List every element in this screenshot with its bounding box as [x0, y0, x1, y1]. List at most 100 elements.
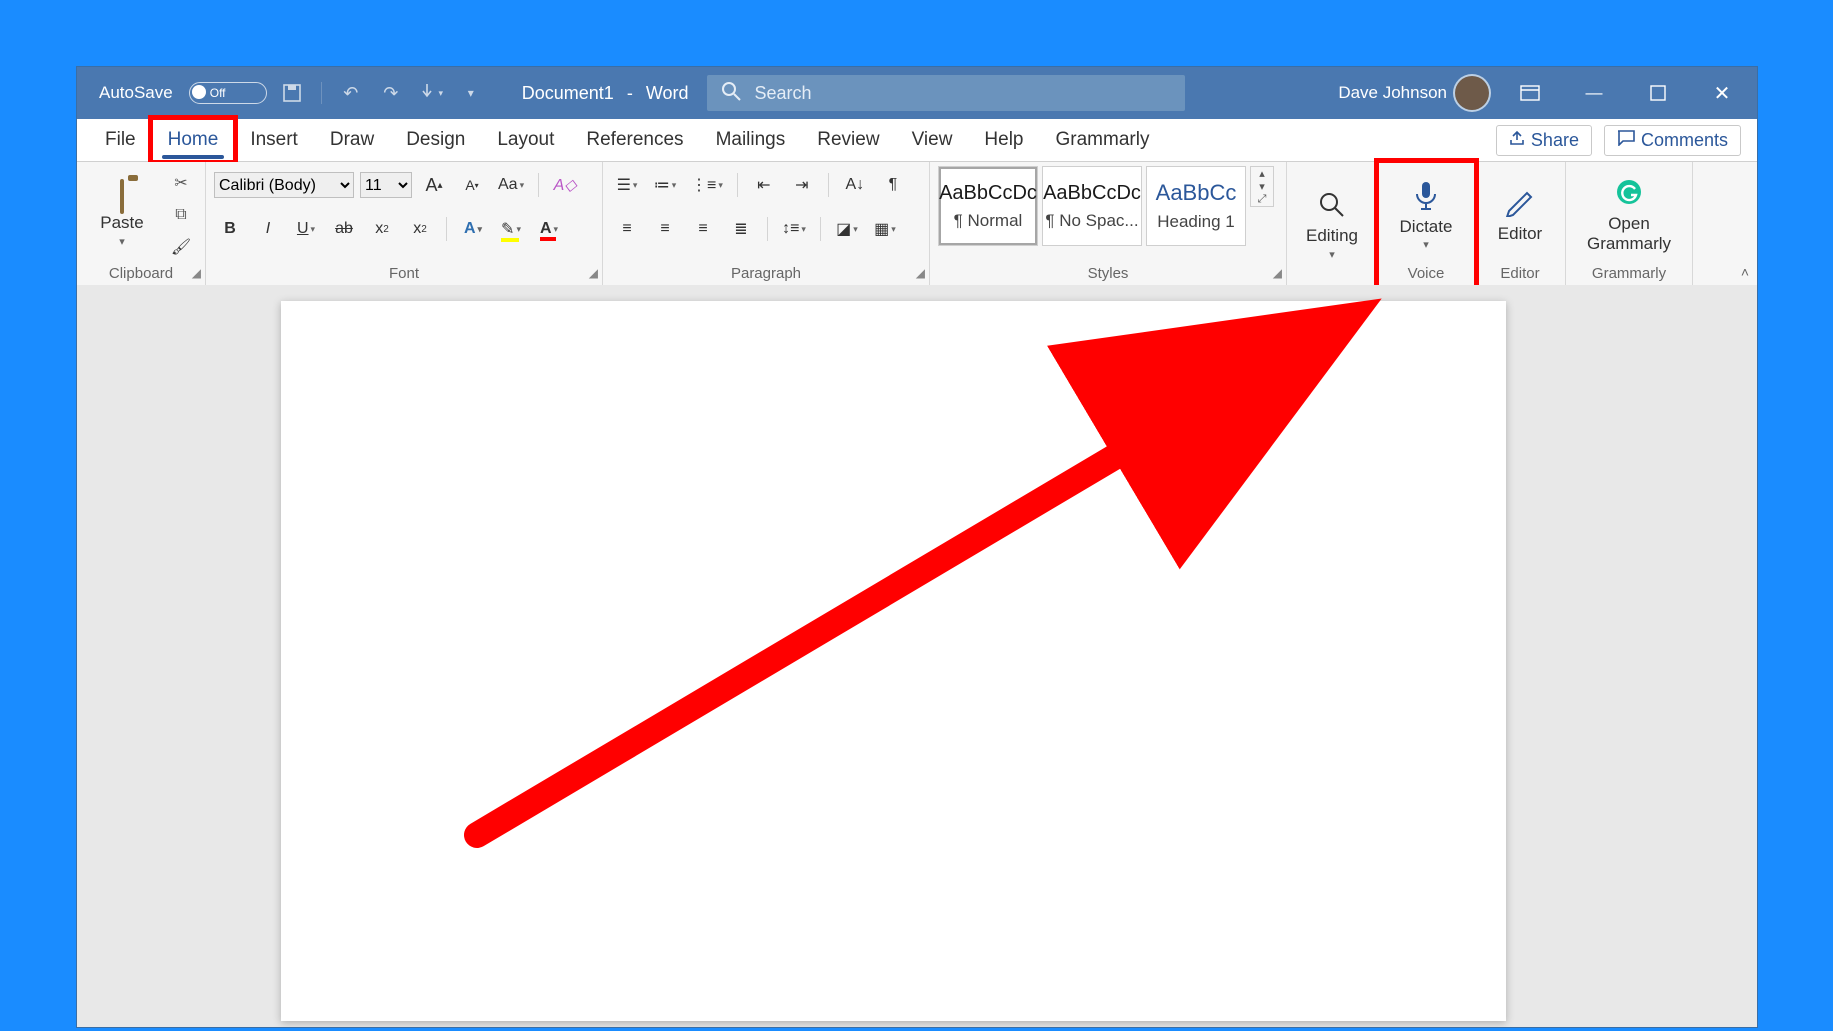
title-bar: AutoSave Off ↶ ↷ ▾ ▾ Document1 - Word: [77, 67, 1757, 119]
comments-button[interactable]: Comments: [1604, 125, 1741, 156]
redo-icon[interactable]: ↷: [376, 78, 406, 108]
highlight-color-button[interactable]: ✎▾: [495, 216, 527, 242]
tab-design[interactable]: Design: [390, 119, 481, 161]
style-heading-1[interactable]: AaBbCc Heading 1: [1146, 166, 1246, 246]
clear-formatting-button[interactable]: A◇: [549, 172, 581, 198]
tab-insert[interactable]: Insert: [234, 119, 314, 161]
grow-font-button[interactable]: A▴: [418, 172, 450, 198]
strikethrough-button[interactable]: ab: [328, 216, 360, 242]
align-center-button[interactable]: ≡: [649, 216, 681, 242]
justify-button[interactable]: ≣: [725, 216, 757, 242]
group-label-paragraph: Paragraph ◢: [611, 265, 921, 286]
tab-file[interactable]: File: [89, 119, 152, 161]
signed-in-user[interactable]: Dave Johnson: [1338, 76, 1489, 110]
share-button[interactable]: Share: [1496, 125, 1592, 156]
superscript-button[interactable]: x2: [404, 216, 436, 242]
group-font: Calibri (Body) 11 A▴ A▾ Aa▾ A◇ B I U▾ ab: [206, 162, 603, 286]
group-label-font: Font ◢: [214, 265, 594, 286]
shrink-font-button[interactable]: A▾: [456, 172, 488, 198]
bold-button[interactable]: B: [214, 216, 246, 242]
font-color-button[interactable]: A▾: [533, 216, 565, 242]
dialog-launcher-icon[interactable]: ◢: [192, 266, 201, 280]
tab-review[interactable]: Review: [801, 119, 895, 161]
group-label-voice: Voice: [1386, 265, 1466, 286]
group-grammarly: Open Grammarly Grammarly: [1566, 162, 1693, 286]
undo-icon[interactable]: ↶: [336, 78, 366, 108]
search-input[interactable]: [753, 82, 1171, 105]
save-icon[interactable]: [277, 78, 307, 108]
editing-button[interactable]: Editing ▾: [1295, 166, 1369, 286]
text-effects-button[interactable]: A▾: [457, 216, 489, 242]
tab-grammarly[interactable]: Grammarly: [1040, 119, 1166, 161]
styles-gallery-scroll[interactable]: ▴ ▾ ⤢: [1250, 166, 1274, 207]
document-page[interactable]: [281, 301, 1506, 1021]
dialog-launcher-icon[interactable]: ◢: [1273, 266, 1282, 280]
tab-references[interactable]: References: [570, 119, 699, 161]
collapse-ribbon-icon[interactable]: ˄: [1741, 264, 1749, 280]
bullets-button[interactable]: ☰▾: [611, 172, 643, 198]
multilevel-list-button[interactable]: ⋮≡▾: [687, 172, 727, 198]
tab-mailings[interactable]: Mailings: [700, 119, 802, 161]
chevron-down-icon: ▾: [119, 235, 125, 248]
dialog-launcher-icon[interactable]: ◢: [589, 266, 598, 280]
close-icon[interactable]: ✕: [1699, 75, 1745, 111]
autosave-toggle[interactable]: Off: [189, 82, 267, 104]
subscript-button[interactable]: x2: [366, 216, 398, 242]
shading-button[interactable]: ◪▾: [831, 216, 863, 242]
maximize-icon[interactable]: [1635, 75, 1681, 111]
chevron-down-icon: ▾: [1423, 238, 1429, 251]
change-case-button[interactable]: Aa▾: [494, 172, 528, 198]
group-label-clipboard: Clipboard ◢: [85, 265, 197, 286]
style-no-spacing[interactable]: AaBbCcDc ¶ No Spac...: [1042, 166, 1142, 246]
chevron-up-icon[interactable]: ▴: [1251, 167, 1273, 180]
align-right-button[interactable]: ≡: [687, 216, 719, 242]
underline-button[interactable]: U▾: [290, 216, 322, 242]
styles-expand-icon[interactable]: ⤢: [1251, 193, 1273, 206]
tab-draw[interactable]: Draw: [314, 119, 390, 161]
borders-button[interactable]: ▦▾: [869, 216, 901, 242]
tab-help[interactable]: Help: [968, 119, 1039, 161]
tab-layout[interactable]: Layout: [481, 119, 570, 161]
separator: [321, 82, 322, 104]
dialog-launcher-icon[interactable]: ◢: [916, 266, 925, 280]
group-editing: Editing ▾: [1287, 162, 1378, 286]
document-canvas[interactable]: [77, 285, 1757, 1027]
open-grammarly-button[interactable]: Open Grammarly: [1574, 166, 1684, 265]
editor-button[interactable]: Editor: [1483, 166, 1557, 265]
decrease-indent-button[interactable]: ⇤: [748, 172, 780, 198]
show-marks-button[interactable]: ¶: [877, 172, 909, 198]
cut-button[interactable]: [165, 170, 197, 196]
tab-view[interactable]: View: [896, 119, 969, 161]
customize-qat-icon[interactable]: ▾: [456, 78, 486, 108]
paste-button[interactable]: Paste ▾: [85, 166, 159, 265]
group-label-editor: Editor: [1483, 265, 1557, 286]
autosave-label: AutoSave: [99, 83, 173, 103]
style-normal[interactable]: AaBbCcDc ¶ Normal: [938, 166, 1038, 246]
quick-access-toolbar: AutoSave Off ↶ ↷ ▾ ▾: [77, 78, 486, 108]
editor-pen-icon: [1505, 187, 1535, 222]
touch-mode-icon[interactable]: ▾: [416, 78, 446, 108]
line-spacing-button[interactable]: ↕≡▾: [778, 216, 810, 242]
share-icon: [1509, 130, 1525, 151]
group-label-styles: Styles ◢: [938, 265, 1278, 286]
tab-home[interactable]: Home: [152, 119, 235, 161]
search-box[interactable]: [707, 75, 1185, 111]
format-painter-button[interactable]: [165, 234, 197, 260]
minimize-icon[interactable]: —: [1571, 75, 1617, 111]
sort-button[interactable]: A↓: [839, 172, 871, 198]
font-name-select[interactable]: Calibri (Body): [214, 172, 354, 198]
increase-indent-button[interactable]: ⇥: [786, 172, 818, 198]
group-voice: Dictate ▾ Voice: [1378, 162, 1475, 286]
italic-button[interactable]: I: [252, 216, 284, 242]
comments-label: Comments: [1641, 130, 1728, 151]
align-left-button[interactable]: ≡: [611, 216, 643, 242]
font-size-select[interactable]: 11: [360, 172, 412, 198]
chevron-down-icon[interactable]: ▾: [1251, 180, 1273, 193]
ribbon-display-options-icon[interactable]: [1507, 75, 1553, 111]
search-icon: [721, 81, 741, 106]
share-label: Share: [1531, 130, 1579, 151]
dictate-button[interactable]: Dictate ▾: [1386, 166, 1466, 265]
numbering-button[interactable]: ≔▾: [649, 172, 681, 198]
style-no-spacing-label: ¶ No Spac...: [1045, 211, 1138, 231]
copy-button[interactable]: [165, 202, 197, 228]
